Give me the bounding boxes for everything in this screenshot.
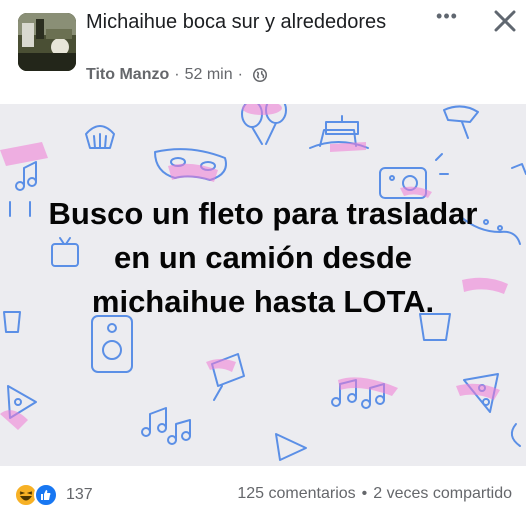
meta-separator: · xyxy=(174,66,180,83)
more-options-icon[interactable]: ••• xyxy=(432,6,462,34)
comments-count-link[interactable]: 125 comentarios xyxy=(237,485,355,503)
shares-count-link[interactable]: 2 veces compartido xyxy=(373,485,512,503)
post-header: Michaihue boca sur y alrededores Tito Ma… xyxy=(0,0,526,104)
group-avatar[interactable] xyxy=(18,13,76,71)
close-icon[interactable] xyxy=(490,6,520,36)
post-timestamp[interactable]: 52 min xyxy=(185,66,233,84)
haha-reaction-icon xyxy=(14,483,38,507)
post-meta: Tito Manzo · 52 min · xyxy=(86,66,268,84)
engagement-stats: 125 comentarios • 2 veces compartido xyxy=(237,485,512,503)
reactions-summary[interactable]: 137 xyxy=(14,483,93,507)
reaction-icons xyxy=(14,483,64,507)
post-body-text: Busco un fleto para trasladar en un cami… xyxy=(48,196,478,319)
group-name-link[interactable]: Michaihue boca sur y alrededores xyxy=(86,10,406,35)
post-footer: 137 125 comentarios • 2 veces compartido xyxy=(0,466,526,526)
globe-icon xyxy=(252,67,268,83)
reaction-count: 137 xyxy=(66,486,93,503)
post-background: Busco un fleto para trasladar en un cami… xyxy=(0,104,526,466)
stats-separator: • xyxy=(361,485,368,502)
author-name[interactable]: Tito Manzo xyxy=(86,66,169,84)
meta-separator-2: · xyxy=(237,66,243,83)
like-reaction-icon xyxy=(34,483,58,507)
